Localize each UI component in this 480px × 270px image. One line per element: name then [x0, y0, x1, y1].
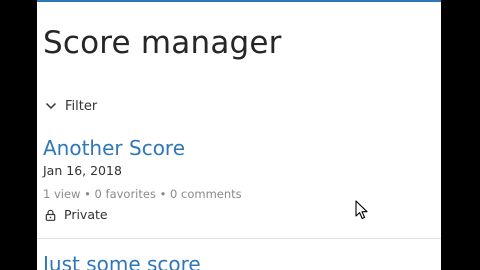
score-stats: 1 view • 0 favorites • 0 comments [43, 187, 242, 201]
score-privacy: Private [45, 207, 108, 222]
mouse-cursor-icon [355, 200, 368, 220]
score-list-item: Another Score Jan 16, 2018 1 view • 0 fa… [43, 136, 441, 232]
privacy-label: Private [64, 207, 108, 222]
lock-icon [45, 209, 56, 221]
score-title-link[interactable]: Just some score [43, 252, 441, 270]
score-list-item: Just some score [43, 252, 441, 270]
header-accent-line [37, 0, 441, 2]
score-date: Jan 16, 2018 [43, 163, 122, 178]
page-title: Score manager [43, 25, 282, 61]
score-title-link[interactable]: Another Score [43, 136, 441, 160]
filter-toggle[interactable]: Filter [45, 97, 97, 115]
app-frame: Score manager Filter Another Score Jan 1… [37, 0, 441, 270]
chevron-down-icon [45, 102, 57, 110]
filter-label: Filter [65, 98, 98, 114]
list-divider [37, 238, 441, 239]
